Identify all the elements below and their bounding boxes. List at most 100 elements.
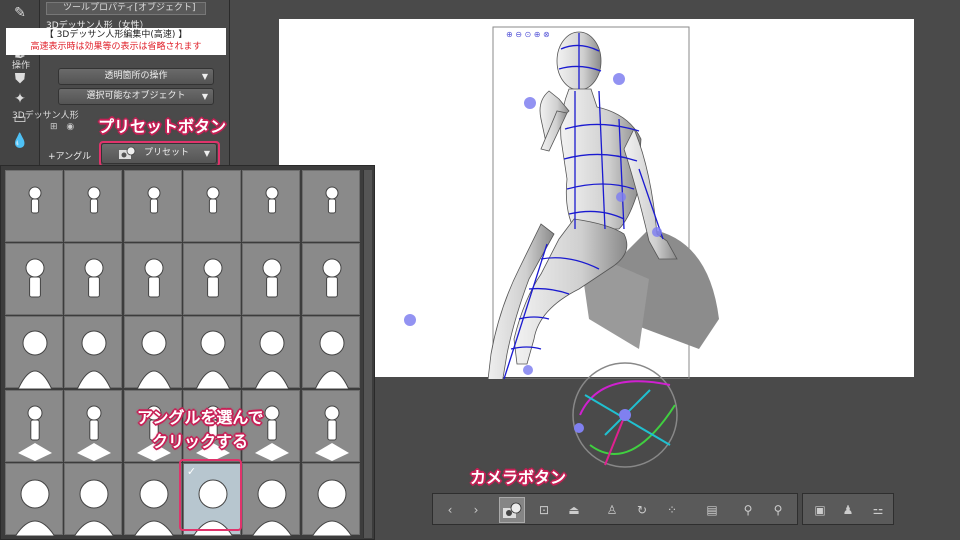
angle-preset-cell[interactable] bbox=[5, 462, 63, 536]
prev-icon[interactable]: ‹ bbox=[437, 497, 463, 523]
doll-angle-icon bbox=[25, 258, 45, 298]
notice-line-1: 【 3Dデッサン人形編集中(高速) 】 bbox=[44, 30, 188, 40]
doll-angle-icon bbox=[265, 186, 279, 214]
rotate-icon[interactable]: ↻ bbox=[629, 497, 655, 523]
doll-angle-icon bbox=[133, 479, 174, 536]
edit-notice: 【 3Dデッサン人形編集中(高速) 】 高速表示時は効果等の表示は省略されます bbox=[6, 28, 226, 55]
fit-icon[interactable]: ▤ bbox=[699, 497, 725, 523]
dots-icon[interactable]: ⁘ bbox=[659, 497, 685, 523]
rotation-gizmo[interactable] bbox=[560, 355, 690, 485]
angle-preset-cell[interactable] bbox=[242, 243, 301, 316]
selectable-obj-label: 選択可能なオブジェクト bbox=[86, 91, 186, 101]
angle-preset-cell[interactable] bbox=[5, 316, 63, 390]
angle-preset-cell[interactable] bbox=[123, 170, 182, 242]
angle-preset-cell[interactable] bbox=[64, 316, 123, 390]
scrollbar[interactable] bbox=[363, 170, 372, 538]
doll-section-label: 3Dデッサン人形 bbox=[12, 111, 79, 121]
angle-preset-cell[interactable] bbox=[301, 462, 360, 536]
angle-preset-cell[interactable] bbox=[64, 170, 123, 242]
transparent-op-dropdown[interactable]: 透明箇所の操作 ▼ bbox=[58, 68, 214, 85]
camera-button[interactable] bbox=[499, 497, 525, 523]
angle-preset-cell[interactable] bbox=[123, 316, 182, 390]
doll-angle-icon bbox=[84, 258, 104, 298]
doll-toolbar: ▣ ♟ ⚍ bbox=[802, 493, 894, 525]
angle-preset-cell[interactable] bbox=[5, 243, 63, 316]
doll-angle-icon bbox=[76, 330, 112, 390]
doll-angle-icon bbox=[87, 186, 101, 214]
angle-preset-cell[interactable] bbox=[301, 316, 360, 390]
doll-angle-icon bbox=[254, 330, 290, 390]
doll-angle-icon bbox=[314, 405, 349, 461]
skeleton-icon[interactable]: ⚲ bbox=[765, 497, 791, 523]
panel-title: ツールプロパティ[オブジェクト] bbox=[46, 2, 206, 15]
chevron-down-icon: ▼ bbox=[201, 72, 208, 81]
angle-preset-cell[interactable] bbox=[182, 316, 241, 390]
doll-angle-icon bbox=[28, 186, 42, 214]
selectable-obj-dropdown[interactable]: 選択可能なオブジェクト ▼ bbox=[58, 88, 214, 105]
sparkle-icon[interactable]: ✦ bbox=[10, 90, 30, 108]
floor-icon[interactable]: ⏏ bbox=[561, 497, 587, 523]
doll-angle-icon bbox=[314, 330, 349, 390]
tool-strip: ✎ ✐ ✒ ⛊ ✦ ▭ 💧 bbox=[0, 0, 40, 168]
selected-angle-highlight bbox=[179, 459, 242, 531]
callout-preset-button: プリセットボタン bbox=[98, 117, 227, 136]
doll-angle-icon bbox=[147, 186, 161, 214]
doll-angle-icon bbox=[14, 479, 56, 536]
operation-label: 操作 bbox=[12, 61, 31, 71]
doll-angle-icon bbox=[195, 330, 231, 390]
angle-preset-cell[interactable] bbox=[123, 243, 182, 316]
doll-angle-icon bbox=[144, 258, 164, 298]
angle-preset-cell[interactable] bbox=[182, 243, 241, 316]
doll-angle-icon bbox=[17, 330, 53, 390]
angle-preset-cell[interactable] bbox=[64, 389, 123, 462]
angle-preset-cell[interactable] bbox=[5, 389, 63, 462]
presets-icon[interactable]: ▣ bbox=[807, 497, 833, 523]
angle-preset-cell[interactable] bbox=[123, 462, 182, 536]
callout-choose-angle-1: アングルを選んで bbox=[137, 408, 264, 427]
doll-angle-icon bbox=[136, 330, 171, 390]
angle-preset-cell[interactable] bbox=[64, 243, 123, 316]
doll-angle-icon bbox=[251, 479, 293, 536]
person-icon[interactable]: ♟ bbox=[835, 497, 861, 523]
callout-camera-button: カメラボタン bbox=[470, 468, 567, 487]
pen-icon[interactable]: ✎ bbox=[10, 4, 30, 22]
angle-preset-cell[interactable] bbox=[301, 170, 360, 242]
camera-toolbar: ‹ › ⊡ ⏏ ♙ ↻ ⁘ ▤ ⚲ ⚲ bbox=[432, 493, 798, 525]
doll-angle-icon bbox=[262, 258, 282, 298]
angle-preset-cell[interactable] bbox=[64, 462, 123, 536]
doll-angle-icon bbox=[77, 405, 112, 461]
doll-angle-icon bbox=[18, 405, 52, 461]
svg-text:⊕ ⊖ ⊙ ⊕ ⊗: ⊕ ⊖ ⊙ ⊕ ⊗ bbox=[506, 30, 550, 39]
angle-text: アングル bbox=[55, 152, 92, 162]
next-icon[interactable]: › bbox=[463, 497, 489, 523]
angle-preset-cell[interactable] bbox=[301, 243, 360, 316]
expand-icon[interactable]: ⊞ bbox=[50, 122, 58, 132]
doll-angle-icon bbox=[322, 258, 341, 298]
drops-icon[interactable]: 💧 bbox=[10, 132, 30, 150]
doll-angle-icon bbox=[325, 186, 338, 214]
pose-icon[interactable]: ♙ bbox=[599, 497, 625, 523]
chevron-down-icon: ▼ bbox=[201, 92, 208, 101]
doll-angle-icon bbox=[203, 258, 223, 298]
angle-preset-cell[interactable] bbox=[242, 170, 301, 242]
angle-preset-cell[interactable] bbox=[5, 170, 63, 242]
camera-icon bbox=[503, 502, 522, 518]
doll-angle-icon bbox=[74, 479, 115, 536]
eye-icon[interactable]: ◉ bbox=[66, 122, 74, 132]
bone-icon[interactable]: ⚍ bbox=[865, 497, 891, 523]
doll-angle-icon bbox=[206, 186, 220, 214]
angle-preset-cell[interactable] bbox=[242, 462, 301, 536]
callout-choose-angle-2: クリックする bbox=[152, 432, 249, 451]
move-icon[interactable]: ⊡ bbox=[531, 497, 557, 523]
notice-line-2: 高速表示時は効果等の表示は省略されます bbox=[30, 42, 202, 52]
transparent-op-label: 透明箇所の操作 bbox=[104, 71, 168, 81]
skeleton-icon[interactable]: ⚲ bbox=[735, 497, 761, 523]
angle-label: +アングル bbox=[48, 149, 91, 162]
preset-highlight bbox=[99, 141, 220, 167]
fill-icon[interactable]: ⛊ bbox=[10, 70, 30, 88]
doll-angle-icon bbox=[311, 479, 352, 536]
angle-preset-cell[interactable] bbox=[242, 316, 301, 390]
angle-preset-cell[interactable] bbox=[182, 170, 241, 242]
expand-icon[interactable]: + bbox=[48, 152, 56, 162]
angle-preset-cell[interactable] bbox=[301, 389, 360, 462]
